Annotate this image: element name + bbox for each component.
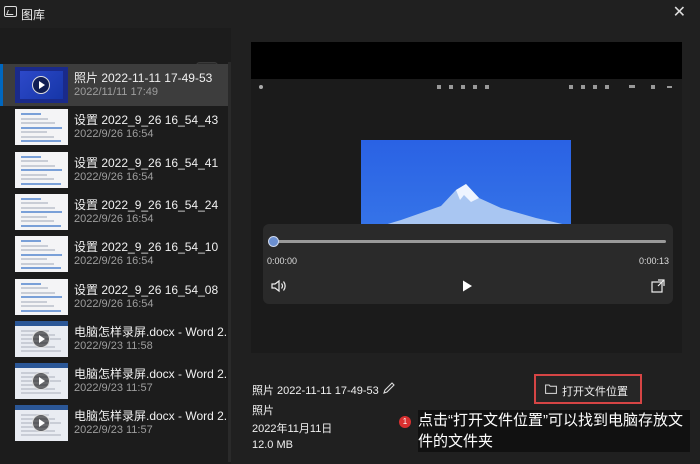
list-item-name: 电脑怎样录屏.docx - Word 2...: [74, 324, 231, 339]
file-date: 2022年11月11日: [252, 423, 333, 435]
list-item[interactable]: 设置 2022_9_26 16_54_24 2022/9/26 16:54: [0, 191, 231, 233]
list-item[interactable]: 电脑怎样录屏.docx - Word 2... 2022/9/23 11:57: [0, 402, 231, 444]
thumbnail: [15, 320, 68, 357]
list-item-name: 电脑怎样录屏.docx - Word 2...: [74, 367, 231, 382]
seek-handle[interactable]: [268, 236, 279, 247]
thumbnail: [15, 405, 68, 442]
media-controls: 0:00:00 0:00:13: [263, 224, 673, 304]
preview-frame: [251, 79, 682, 353]
list-item-name: 设置 2022_9_26 16_54_43: [74, 113, 219, 128]
list-item[interactable]: 设置 2022_9_26 16_54_10 2022/9/26 16:54: [0, 233, 231, 275]
step-badge: 1: [399, 416, 411, 428]
list-item-date: 2022/9/23 11:57: [74, 382, 153, 395]
file-name: 照片 2022-11-11 17-49-53: [252, 385, 379, 397]
thumbnail: [15, 278, 68, 315]
list-item-date: 2022/9/26 16:54: [74, 255, 154, 268]
volume-button[interactable]: [271, 279, 287, 293]
list-item[interactable]: 设置 2022_9_26 16_54_41 2022/9/26 16:54: [0, 149, 231, 191]
list-item[interactable]: 照片 2022-11-11 17-49-53 2022/11/11 17:49: [0, 64, 231, 106]
total-time: 0:00:13: [638, 256, 669, 266]
list-item-date: 2022/11/11 17:49: [74, 86, 159, 98]
list-item-name: 照片 2022-11-11 17-49-53: [74, 71, 213, 85]
title-bar: 图库 ✕: [0, 0, 700, 28]
list-item-date: 2022/9/23 11:57: [74, 424, 153, 437]
thumbnail: [15, 193, 68, 230]
list-item-name: 设置 2022_9_26 16_54_41: [74, 155, 219, 170]
list-item-date: 2022/9/26 16:54: [74, 128, 154, 141]
rename-button[interactable]: [382, 381, 396, 395]
media-list: 照片 2022-11-11 17-49-53 2022/11/11 17:49 设置…: [0, 62, 231, 464]
open-file-location-button[interactable]: 打开文件位置: [534, 374, 642, 404]
play-overlay-icon: [32, 76, 50, 94]
list-item-date: 2022/9/26 16:54: [74, 212, 154, 225]
thumbnail: [15, 363, 68, 400]
play-overlay-icon: [32, 372, 50, 391]
seek-bar[interactable]: [273, 240, 666, 243]
list-item-name: 电脑怎样录屏.docx - Word 2...: [74, 409, 231, 424]
list-item-date: 2022/9/23 11:58: [74, 339, 153, 352]
folder-icon: [545, 384, 557, 394]
open-file-location-label: 打开文件位置: [562, 386, 628, 398]
gallery-app-icon: [4, 6, 17, 17]
thumbnail: [15, 236, 68, 273]
pencil-icon: [383, 382, 395, 394]
play-overlay-icon: [32, 329, 50, 348]
list-item[interactable]: 设置 2022_9_26 16_54_43 2022/9/26 16:54: [0, 106, 231, 148]
detail-pane: 0:00:00 0:00:13 照片 2022-11-11 17-49-53 照…: [231, 28, 700, 464]
fullscreen-button[interactable]: [651, 279, 665, 293]
list-item-date: 2022/9/26 16:54: [74, 170, 154, 183]
list-item-name: 设置 2022_9_26 16_54_08: [74, 282, 219, 297]
list-item[interactable]: 电脑怎样录屏.docx - Word 2... 2022/9/23 11:58: [0, 318, 231, 360]
preview-toolbar-icons: [259, 85, 672, 89]
thumbnail: [15, 151, 68, 188]
file-type: 照片: [252, 405, 274, 417]
thumbnail: [15, 109, 68, 146]
expand-icon: [651, 279, 665, 293]
current-time: 0:00:00: [267, 256, 298, 266]
list-item-name: 设置 2022_9_26 16_54_10: [74, 240, 219, 255]
app-title: 图库: [21, 8, 46, 22]
list-item[interactable]: 电脑怎样录屏.docx - Word 2... 2022/9/23 11:57: [0, 360, 231, 402]
volume-icon: [271, 279, 286, 293]
play-icon: [463, 280, 472, 292]
close-icon[interactable]: ✕: [673, 4, 686, 22]
file-size: 12.0 MB: [252, 439, 293, 451]
list-item-name: 设置 2022_9_26 16_54_24: [74, 197, 219, 212]
list-item[interactable]: 设置 2022_9_26 16_54_08 2022/9/26 16:54: [0, 276, 231, 318]
thumbnail: [15, 67, 68, 103]
play-button[interactable]: [460, 279, 474, 293]
list-item-date: 2022/9/26 16:54: [74, 297, 154, 310]
tutorial-caption: 点击“打开文件位置”可以找到电脑存放文件的文件夹: [418, 410, 690, 452]
video-preview: 0:00:00 0:00:13: [251, 42, 682, 353]
